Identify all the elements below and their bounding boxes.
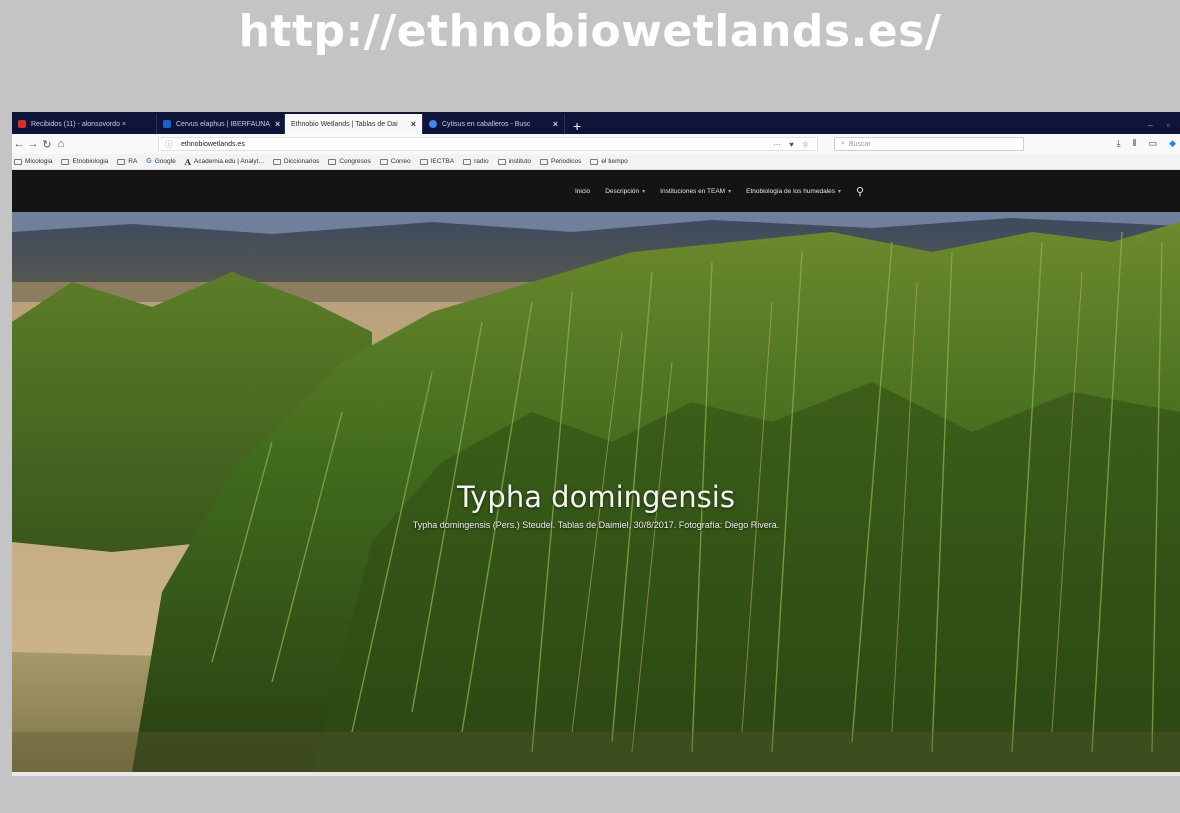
hero-image: Typha domingensis Typha domingensis (Per… <box>12 212 1180 772</box>
close-tab-icon[interactable]: × <box>275 119 280 129</box>
close-tab-icon[interactable]: × <box>411 119 416 129</box>
chevron-down-icon: ▾ <box>838 188 842 195</box>
pocket-icon[interactable]: ♥ <box>789 140 794 149</box>
tab-label: Cytisus en caballeros - Busc <box>442 120 531 128</box>
tab-google-search[interactable]: Cytisus en caballeros - Busc × <box>423 114 565 134</box>
restore-icon[interactable]: ▫ <box>1167 120 1170 130</box>
bookmark-label: Diccionarios <box>283 158 320 165</box>
folder-icon <box>590 158 599 165</box>
tab-strip: Recibidos (11) - alonsovordo × Cervus el… <box>12 112 1180 134</box>
url-text: ethnobiowetlands.es <box>181 140 245 148</box>
bookmark-congresos[interactable]: Congresos <box>328 158 371 165</box>
bookmark-correo[interactable]: Correo <box>379 158 411 165</box>
google-icon <box>429 120 437 128</box>
folder-icon <box>117 158 126 165</box>
site-navigation: Inicio Descripción ▾ Instituciones en TEA… <box>12 170 1180 212</box>
bookmark-diccionarios[interactable]: Diccionarios <box>272 158 320 165</box>
bookmark-radio[interactable]: radio <box>463 158 489 165</box>
chevron-down-icon: ▾ <box>728 188 732 195</box>
bookmark-label: Academia.edu | Analyt... <box>193 158 264 165</box>
bookmarks-toolbar: Micologia Etnobiologia RA G Google A Acade… <box>12 154 1180 170</box>
bookmark-iectba[interactable]: IECTBA <box>419 158 455 165</box>
bookmark-ra[interactable]: RA <box>117 158 137 165</box>
bookmark-micologia[interactable]: Micologia <box>14 158 52 165</box>
window-controls: – ▫ <box>1138 120 1180 134</box>
bookmark-label: radio <box>474 158 489 165</box>
google-icon: G <box>146 158 152 165</box>
site-info-icon[interactable]: ⓘ <box>165 139 173 150</box>
forward-icon[interactable]: → <box>26 138 40 150</box>
folder-icon <box>272 158 281 165</box>
gmail-icon <box>18 120 26 128</box>
folder-icon <box>497 158 506 165</box>
browser-screenshot: Recibidos (11) - alonsovordo × Cervus el… <box>12 112 1180 772</box>
slide-title: http://ethnobiowetlands.es/ <box>238 6 942 57</box>
minimize-icon[interactable]: – <box>1148 120 1153 130</box>
nav-inicio[interactable]: Inicio <box>575 188 590 195</box>
toolbar-icons: ⤓ ⫴ ▭ ◆ <box>1117 138 1176 149</box>
bookmark-label: Periodicos <box>550 158 582 165</box>
bookmark-google[interactable]: G Google <box>146 158 175 165</box>
new-tab-button[interactable]: + <box>565 118 589 134</box>
bookmark-star-icon[interactable]: ☆ <box>802 140 809 149</box>
hero-title: Typha domingensis <box>457 480 735 514</box>
back-icon[interactable]: ← <box>12 138 26 150</box>
chevron-down-icon: ▾ <box>642 188 646 195</box>
bookmark-periodicos[interactable]: Periodicos <box>539 158 582 165</box>
nav-label: Inicio <box>575 187 591 195</box>
tab-label: Ethnobio Wetlands | Tablas de Dai <box>291 120 398 128</box>
url-bar[interactable]: ⓘ ethnobiowetlands.es ··· ♥ ☆ <box>158 137 818 151</box>
bookmark-label: IECTBA <box>430 158 455 165</box>
search-input[interactable]: ⌕ Buscar <box>834 137 1024 151</box>
nav-label: Descripción <box>605 187 640 195</box>
nav-descripcion[interactable]: Descripción ▾ <box>605 188 645 195</box>
folder-icon <box>61 158 70 165</box>
bookmark-label: Google <box>154 158 176 165</box>
hero-caption: Typha domingensis (Pers.) Steudel. Tabla… <box>412 520 780 530</box>
search-placeholder: Buscar <box>848 140 871 148</box>
bookmark-el-tiempo[interactable]: el tiempo <box>590 158 628 165</box>
bookmark-label: Congresos <box>339 158 371 165</box>
bookmark-label: Micologia <box>25 158 53 165</box>
bookmark-label: RA <box>128 158 138 165</box>
tab-label: Cervus elaphus | IBERFAUNA <box>176 120 271 128</box>
bookmark-academia[interactable]: A Academia.edu | Analyt... <box>185 157 264 167</box>
bookmark-label: Etnobiologia <box>72 158 109 165</box>
folder-icon <box>328 158 337 165</box>
sync-icon[interactable]: ◆ <box>1169 138 1176 149</box>
tab-gmail[interactable]: Recibidos (11) - alonsovordo × <box>12 114 157 134</box>
nav-label: Etnobiología de los humedales <box>746 187 836 195</box>
academia-icon: A <box>184 156 191 167</box>
bookmark-label: el tiempo <box>601 158 628 165</box>
bookmark-instituto[interactable]: instituto <box>497 158 531 165</box>
navigation-toolbar: ← → ↻ ⌂ ⓘ ethnobiowetlands.es ··· ♥ ☆ ⌕ … <box>12 134 1180 154</box>
folder-icon <box>14 158 22 165</box>
close-tab-icon[interactable]: × <box>553 119 558 129</box>
downloads-icon[interactable]: ⤓ <box>1117 138 1121 149</box>
folder-icon <box>419 158 428 165</box>
bookmark-label: instituto <box>508 158 531 165</box>
folder-icon <box>463 158 472 165</box>
page-actions-icon[interactable]: ··· <box>773 140 781 149</box>
nav-etnobiologia[interactable]: Etnobiología de los humedales ▾ <box>746 188 841 195</box>
search-icon: ⌕ <box>841 140 845 147</box>
folder-icon <box>379 158 388 165</box>
folder-icon <box>539 158 548 165</box>
tab-ethnobio-wetlands[interactable]: Ethnobio Wetlands | Tablas de Dai × <box>285 114 423 134</box>
home-icon[interactable]: ⌂ <box>54 138 68 150</box>
nav-instituciones[interactable]: Instituciones en TEAM ▾ <box>660 188 731 195</box>
iberfauna-icon <box>163 120 171 128</box>
search-icon[interactable]: ⚲ <box>856 185 864 198</box>
bookmark-etnobiologia[interactable]: Etnobiologia <box>61 158 108 165</box>
bookmark-label: Correo <box>390 158 411 165</box>
bottom-divider <box>12 772 1180 776</box>
sidebar-icon[interactable]: ▭ <box>1149 138 1158 149</box>
nav-label: Instituciones en TEAM <box>660 187 726 195</box>
tab-iberfauna[interactable]: Cervus elaphus | IBERFAUNA × <box>157 114 285 134</box>
reload-icon[interactable]: ↻ <box>40 138 54 151</box>
library-icon[interactable]: ⫴ <box>1133 138 1137 149</box>
tab-label: Recibidos (11) - alonsovordo × <box>31 120 127 128</box>
